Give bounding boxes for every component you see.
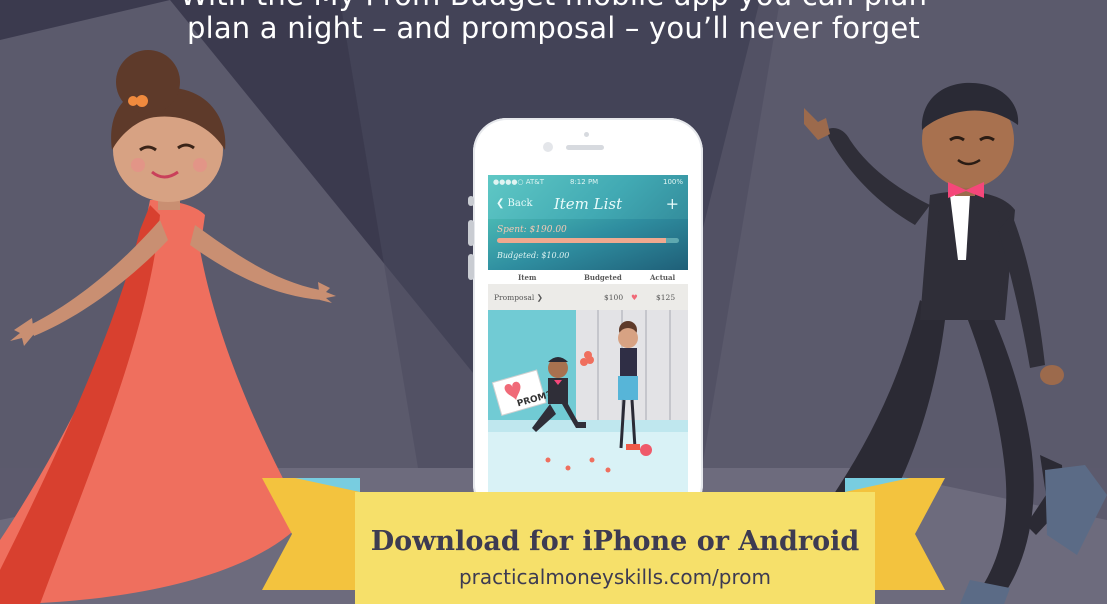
phone-sensor [584,132,589,137]
status-battery: 100% [662,178,683,186]
promposal-illustration: PROM? [488,310,688,518]
app-screen: ●●●●○ AT&T 8:12 PM 100% ❮ Back Item List… [488,175,688,518]
budget-progress-fill [497,238,667,243]
phone-volume-up-button [468,220,474,246]
column-header-budgeted: Budgeted [584,273,622,282]
column-header-item: Item [518,273,537,282]
row-item: Promposal ❯ [494,293,543,302]
status-bar: ●●●●○ AT&T 8:12 PM 100% [488,175,688,189]
table-row[interactable]: Promposal ❯ $100 ♥ $125 [488,284,688,310]
row-budgeted: $100 [604,293,624,302]
download-url-link[interactable]: practicalmoneyskills.com/prom [355,565,875,589]
promo-poster: With the My Prom Budget mobile app you c… [0,0,1107,604]
phone-mute-button [468,196,474,206]
hallway-scene: PROM? [488,310,688,518]
nav-bar: ❮ Back Item List + [488,189,688,219]
budget-budgeted-label: Budgeted: $10.00 [497,251,570,260]
app-header: ●●●●○ AT&T 8:12 PM 100% ❮ Back Item List… [488,175,688,270]
phone-volume-down-button [468,254,474,280]
row-actual: $125 [656,293,676,302]
headline-line-2: plan a night – and promposal – you’ll ne… [186,11,921,45]
column-header-actual: Actual [650,273,676,282]
table-header: Item Budgeted Actual [488,270,688,284]
budget-spent-label: Spent: $190.00 [497,225,567,235]
phone-camera-icon [543,142,553,152]
download-title: Download for iPhone or Android [370,526,860,557]
status-carrier: ●●●●○ AT&T [493,178,545,186]
download-banner: Download for iPhone or Android practical… [355,492,875,604]
phone-mockup: ●●●●○ AT&T 8:12 PM 100% ❮ Back Item List… [468,118,703,518]
add-item-button[interactable]: + [666,194,679,213]
status-time: 8:12 PM [570,178,599,186]
heart-icon: ♥ [631,293,638,302]
budget-summary-card: Spent: $190.00 Budgeted: $10.00 [488,219,688,270]
phone-speaker [566,145,604,150]
nav-title: Item List [553,195,623,213]
budget-progress-bar [497,238,679,243]
